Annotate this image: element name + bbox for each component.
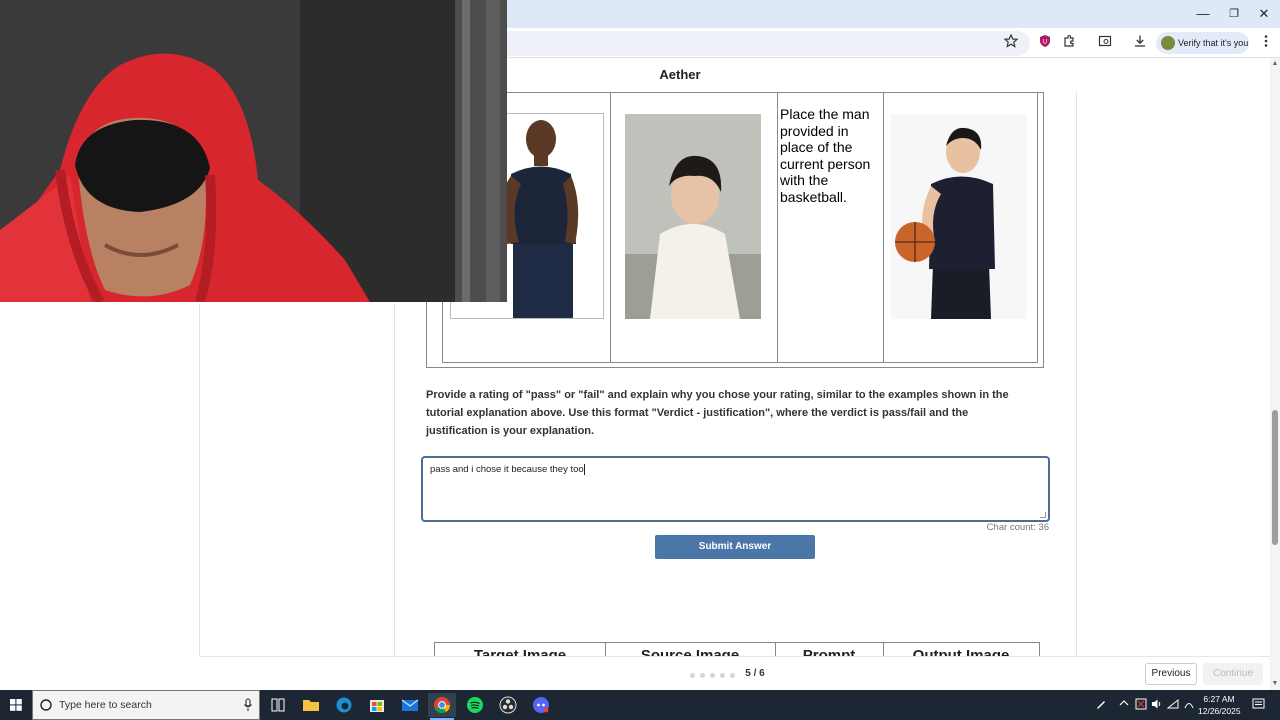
progress-dot <box>700 673 705 678</box>
scroll-down-arrow-icon[interactable]: ▼ <box>1271 680 1279 687</box>
pen-workspace-icon[interactable] <box>1095 698 1107 713</box>
task-view-icon[interactable] <box>264 693 292 717</box>
discord-icon[interactable] <box>527 693 555 717</box>
progress-dot <box>720 673 725 678</box>
profile-chip-label: Verify that it's you <box>1178 38 1249 48</box>
taskbar-search-input[interactable]: Type here to search <box>32 690 260 720</box>
divider <box>199 304 200 656</box>
security-tray-icon[interactable] <box>1135 698 1147 713</box>
show-hidden-icons-icon[interactable] <box>1119 698 1129 711</box>
windows-taskbar: Type here to search 6:27 AM 12/26/2025 <box>0 690 1280 720</box>
progress-dot <box>730 673 735 678</box>
minimize-button[interactable]: — <box>1188 4 1218 24</box>
avatar <box>1161 36 1175 50</box>
restore-button[interactable]: ❐ <box>1219 4 1249 24</box>
obs-icon[interactable] <box>494 693 522 717</box>
spotify-icon[interactable] <box>461 693 489 717</box>
page-scrollbar[interactable]: ▲ ▼ <box>1270 58 1280 690</box>
progress-dot <box>690 673 695 678</box>
bookmark-star-icon[interactable] <box>1001 33 1021 52</box>
divider <box>394 304 395 656</box>
file-explorer-icon[interactable] <box>297 693 325 717</box>
answer-text: pass and i chose it because they too <box>430 464 584 476</box>
divider <box>1076 92 1077 656</box>
network-icon[interactable] <box>1183 698 1195 713</box>
char-count: Char count: 36 <box>986 522 1049 533</box>
output-image <box>891 114 1027 319</box>
bottom-navigation: 5 / 6 Previous Continue <box>200 656 1270 690</box>
edge-browser-icon[interactable] <box>330 693 358 717</box>
progress-dot <box>710 673 715 678</box>
svg-text:U: U <box>1043 39 1047 46</box>
tab-search-icon[interactable] <box>1095 34 1115 52</box>
mail-icon[interactable] <box>396 693 424 717</box>
rating-question: Provide a rating of "pass" or "fail" and… <box>426 389 1009 437</box>
example-prompt: Place the man provided in place of the c… <box>780 106 871 205</box>
resize-handle[interactable] <box>1040 512 1046 518</box>
notifications-icon[interactable] <box>1252 698 1265 714</box>
close-window-button[interactable]: ✕ <box>1249 4 1279 24</box>
search-icon <box>39 698 53 717</box>
wifi-icon[interactable] <box>1166 698 1179 713</box>
column-divider <box>777 93 778 363</box>
column-divider <box>610 93 611 363</box>
text-cursor <box>583 464 585 475</box>
shield-extension-icon[interactable]: U <box>1035 34 1055 52</box>
start-button[interactable] <box>0 690 32 720</box>
answer-textarea[interactable]: pass and i chose it because they too <box>421 456 1050 522</box>
search-placeholder: Type here to search <box>59 699 152 711</box>
scrollbar-thumb[interactable] <box>1272 410 1278 545</box>
column-divider <box>883 93 884 363</box>
continue-button[interactable]: Continue <box>1203 663 1263 685</box>
microsoft-store-icon[interactable] <box>363 693 391 717</box>
profile-chip[interactable]: Verify that it's you <box>1156 32 1249 54</box>
webcam-overlay <box>0 0 507 302</box>
page-title: Aether <box>659 67 701 82</box>
clock-time: 6:27 AM <box>1203 694 1235 704</box>
microphone-icon[interactable] <box>243 698 253 717</box>
previous-button[interactable]: Previous <box>1145 663 1197 685</box>
browser-menu-icon[interactable] <box>1256 34 1276 52</box>
page-indicator: 5 / 6 <box>745 668 765 679</box>
submit-answer-button[interactable]: Submit Answer <box>655 535 815 559</box>
taskbar-clock[interactable]: 6:27 AM 12/26/2025 <box>1198 693 1241 717</box>
extensions-puzzle-icon[interactable] <box>1059 34 1079 52</box>
volume-icon[interactable] <box>1151 698 1163 713</box>
download-icon[interactable] <box>1130 34 1150 52</box>
source-image <box>625 114 761 319</box>
scroll-up-arrow-icon[interactable]: ▲ <box>1271 60 1279 67</box>
chrome-icon[interactable] <box>428 693 456 720</box>
clock-date: 12/26/2025 <box>1198 706 1241 716</box>
